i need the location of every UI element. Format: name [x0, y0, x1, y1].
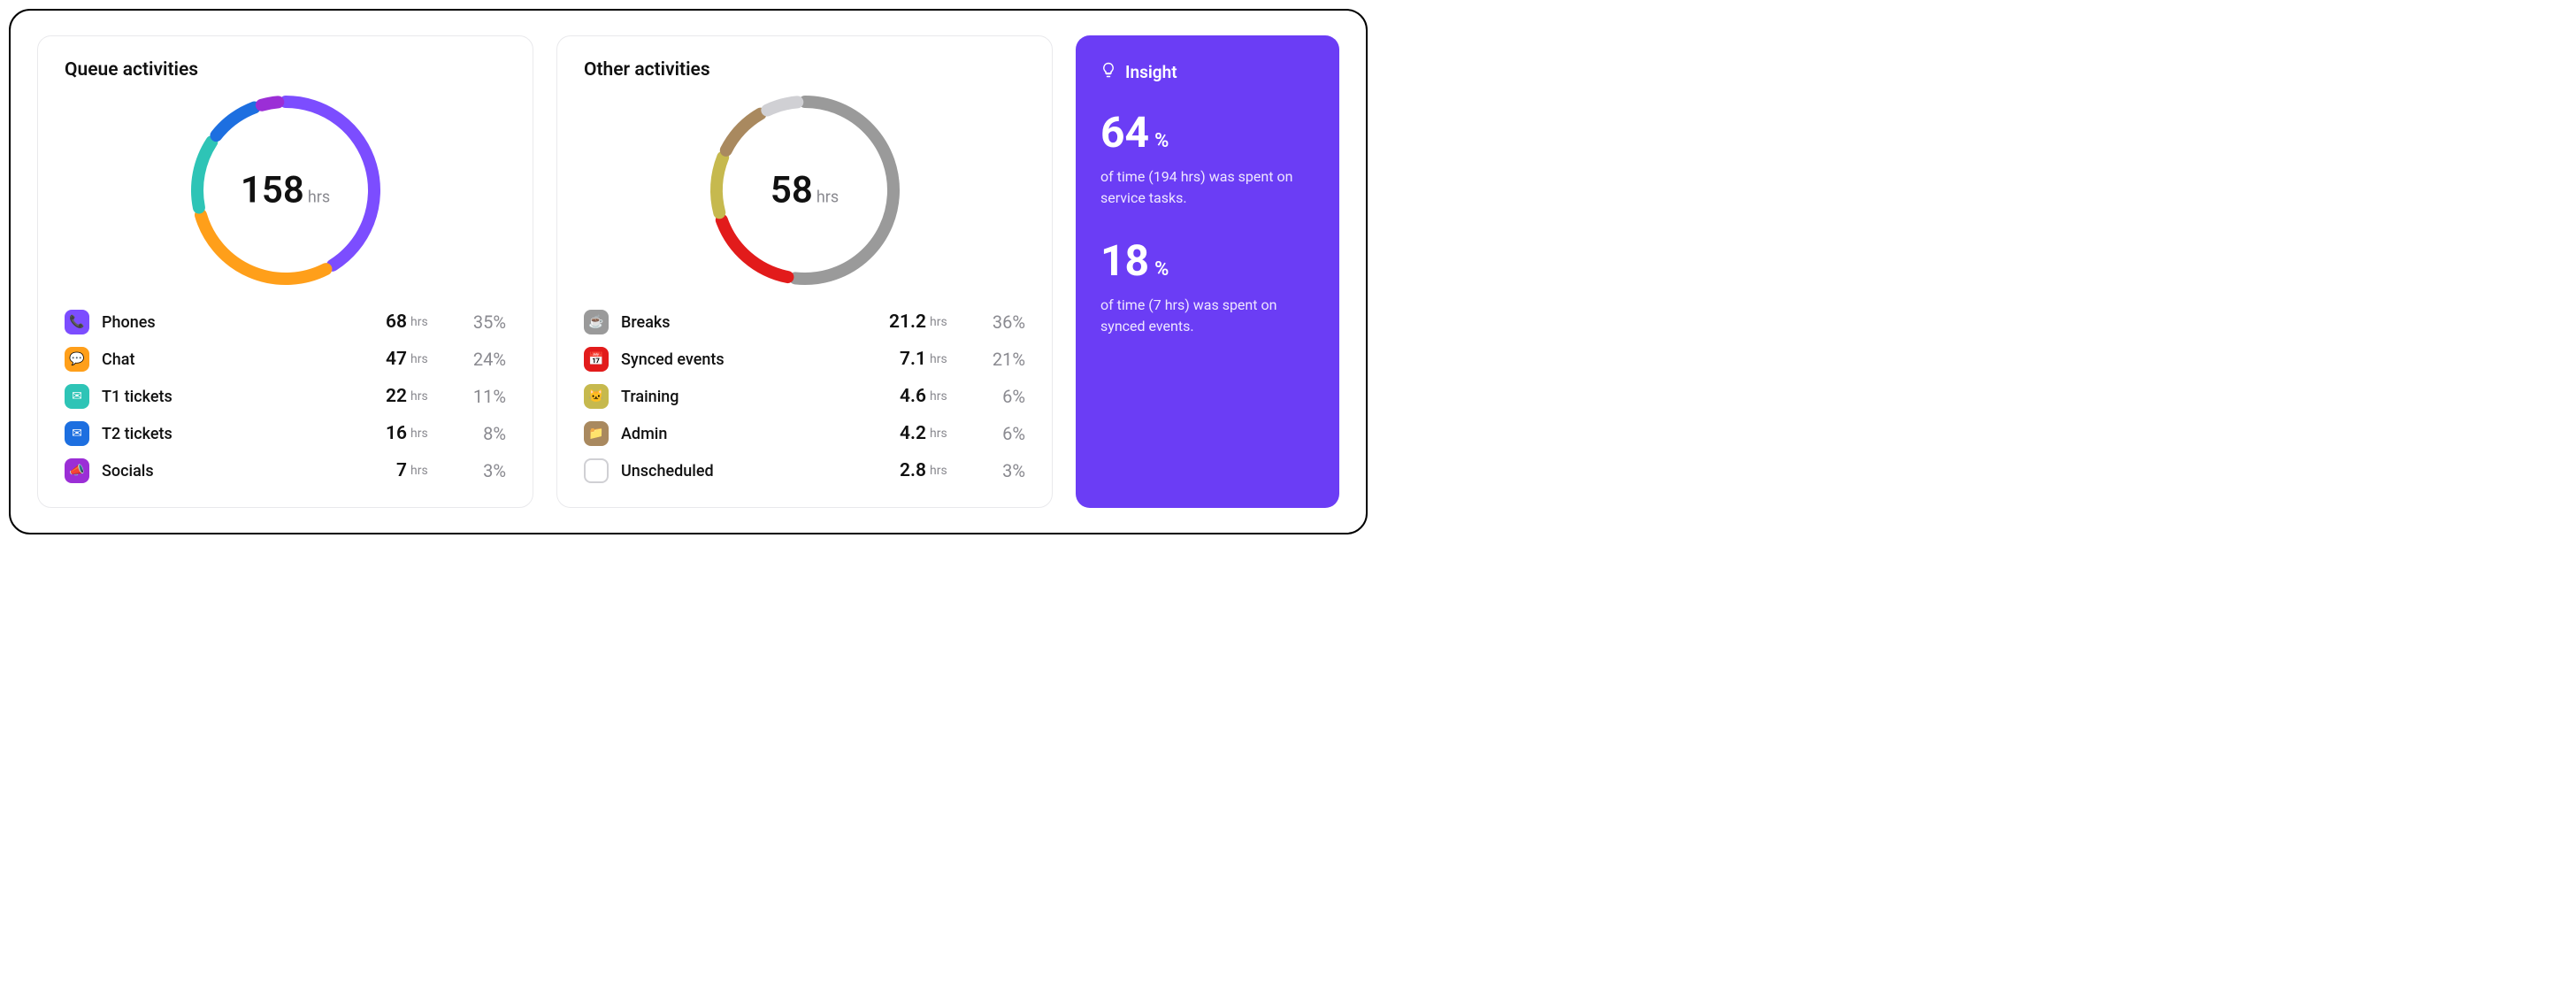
- insight-stat2-pct: %: [1154, 258, 1169, 281]
- other-donut: 58hrs: [584, 84, 1025, 296]
- queue-row-t1: ✉ T1 tickets22hrs 11%: [65, 378, 506, 415]
- insight-stat1-text: of time (194 hrs) was spent on service t…: [1100, 166, 1315, 209]
- queue-row-chat: 💬 Chat47hrs 24%: [65, 341, 506, 378]
- queue-donut-center: 158hrs: [241, 169, 330, 212]
- other-row-pct: 6%: [969, 386, 1025, 407]
- queue-row-hours: 7: [345, 460, 407, 481]
- queue-activities-card: Queue activities 158hrs 📞Phones68hrs35%💬…: [37, 35, 533, 508]
- other-row-label: Synced events: [621, 350, 864, 369]
- other-total-value: 58: [770, 169, 813, 212]
- queue-rows: 📞Phones68hrs35%💬Chat47hrs24%✉T1 tickets2…: [65, 304, 506, 489]
- synced-icon: 📅: [584, 347, 609, 372]
- queue-row-pct: 35%: [449, 311, 506, 333]
- queue-row-label: Chat: [102, 350, 345, 369]
- insight-heading-row: Insight: [1100, 62, 1315, 82]
- queue-row-phones: 📞 Phones68hrs 35%: [65, 304, 506, 341]
- other-row-hours-unit: hrs: [930, 315, 953, 329]
- training-icon: 🐱: [584, 384, 609, 409]
- other-rows: ☕ Breaks21.2 hrs 36% 📅 Synced events7.1 hrs 21%…: [584, 304, 1025, 489]
- other-row-hours: 4.2: [864, 423, 926, 444]
- other-row-admin: 📁 Admin4.2 hrs 6%: [584, 415, 1025, 452]
- queue-row-hours: 47: [345, 349, 407, 370]
- queue-title: Queue activities: [65, 59, 506, 81]
- other-row-hours: 4.6: [864, 386, 926, 407]
- queue-row-label: Phones: [102, 313, 345, 332]
- other-row-label: Admin: [621, 425, 864, 443]
- other-row-label: Unscheduled: [621, 462, 864, 480]
- queue-row-t2: ✉ T2 tickets16hrs 8%: [65, 415, 506, 452]
- insight-stat-2: 18% of time (7 hrs) was spent on synced …: [1100, 235, 1315, 337]
- queue-total-value: 158: [241, 169, 304, 212]
- insight-stat2-value: 18: [1100, 235, 1149, 286]
- other-row-breaks: ☕ Breaks21.2 hrs 36%: [584, 304, 1025, 341]
- queue-row-hours-unit: hrs: [410, 427, 433, 441]
- queue-row-pct: 24%: [449, 349, 506, 370]
- other-row-pct: 36%: [969, 311, 1025, 333]
- other-row-synced: 📅 Synced events7.1 hrs 21%: [584, 341, 1025, 378]
- queue-row-pct: 8%: [449, 423, 506, 444]
- other-row-pct: 3%: [969, 460, 1025, 481]
- queue-row-label: Socials: [102, 462, 345, 480]
- other-title: Other activities: [584, 59, 1025, 81]
- other-row-hours: 2.8: [864, 460, 926, 481]
- queue-row-hours: 68: [345, 311, 407, 333]
- insight-stat1-value: 64: [1100, 107, 1149, 158]
- other-row-pct: 6%: [969, 423, 1025, 444]
- queue-row-hours-unit: hrs: [410, 315, 433, 329]
- other-row-hours-unit: hrs: [930, 464, 953, 478]
- donut-segment-t2-tickets: [216, 107, 254, 135]
- queue-row-hours: 22: [345, 386, 407, 407]
- queue-row-hours-unit: hrs: [410, 389, 433, 404]
- queue-row-hours: 16: [345, 423, 407, 444]
- queue-donut: 158hrs: [65, 84, 506, 296]
- unsched-icon: [584, 458, 609, 483]
- queue-row-hours-unit: hrs: [410, 352, 433, 366]
- other-row-label: Training: [621, 388, 864, 406]
- insight-stat1-pct: %: [1154, 130, 1169, 152]
- other-row-hours-unit: hrs: [930, 427, 953, 441]
- other-row-pct: 21%: [969, 349, 1025, 370]
- donut-segment-unscheduled: [767, 102, 797, 110]
- queue-total-unit: hrs: [308, 188, 330, 207]
- lightbulb-icon: [1100, 62, 1116, 82]
- other-activities-card: Other activities 58hrs ☕Breaks21.2hrs36%…: [556, 35, 1053, 508]
- other-row-hours: 21.2: [864, 311, 926, 333]
- donut-segment-socials: [261, 102, 277, 104]
- phones-icon: 📞: [65, 310, 89, 334]
- other-row-label: Breaks: [621, 313, 864, 332]
- dashboard-frame: Queue activities 158hrs 📞Phones68hrs35%💬…: [9, 9, 1368, 534]
- breaks-icon: ☕: [584, 310, 609, 334]
- other-row-hours: 7.1: [864, 349, 926, 370]
- chat-icon: 💬: [65, 347, 89, 372]
- other-total-unit: hrs: [816, 188, 839, 207]
- queue-row-pct: 3%: [449, 460, 506, 481]
- queue-row-pct: 11%: [449, 386, 506, 407]
- insight-stat-1: 64% of time (194 hrs) was spent on servi…: [1100, 107, 1315, 209]
- socials-icon: 📣: [65, 458, 89, 483]
- t1-icon: ✉: [65, 384, 89, 409]
- queue-row-label: T1 tickets: [102, 388, 345, 406]
- other-donut-center: 58hrs: [770, 169, 839, 212]
- donut-segment-training: [717, 158, 723, 213]
- donut-segment-admin: [725, 114, 760, 150]
- admin-icon: 📁: [584, 421, 609, 446]
- donut-segment-synced-events: [721, 220, 787, 277]
- t2-icon: ✉: [65, 421, 89, 446]
- donut-segment-chat: [200, 215, 325, 279]
- other-row-training: 🐱 Training4.6 hrs 6%: [584, 378, 1025, 415]
- queue-row-label: T2 tickets: [102, 425, 345, 443]
- queue-row-hours-unit: hrs: [410, 464, 433, 478]
- other-row-hours-unit: hrs: [930, 389, 953, 404]
- insight-stat2-text: of time (7 hrs) was spent on synced even…: [1100, 295, 1315, 337]
- donut-segment-t1-tickets: [197, 142, 211, 207]
- queue-row-socials: 📣 Socials7hrs 3%: [65, 452, 506, 489]
- insight-panel: Insight 64% of time (194 hrs) was spent …: [1076, 35, 1339, 508]
- other-row-unsched: Unscheduled2.8 hrs 3%: [584, 452, 1025, 489]
- other-row-hours-unit: hrs: [930, 352, 953, 366]
- insight-heading: Insight: [1125, 62, 1177, 82]
